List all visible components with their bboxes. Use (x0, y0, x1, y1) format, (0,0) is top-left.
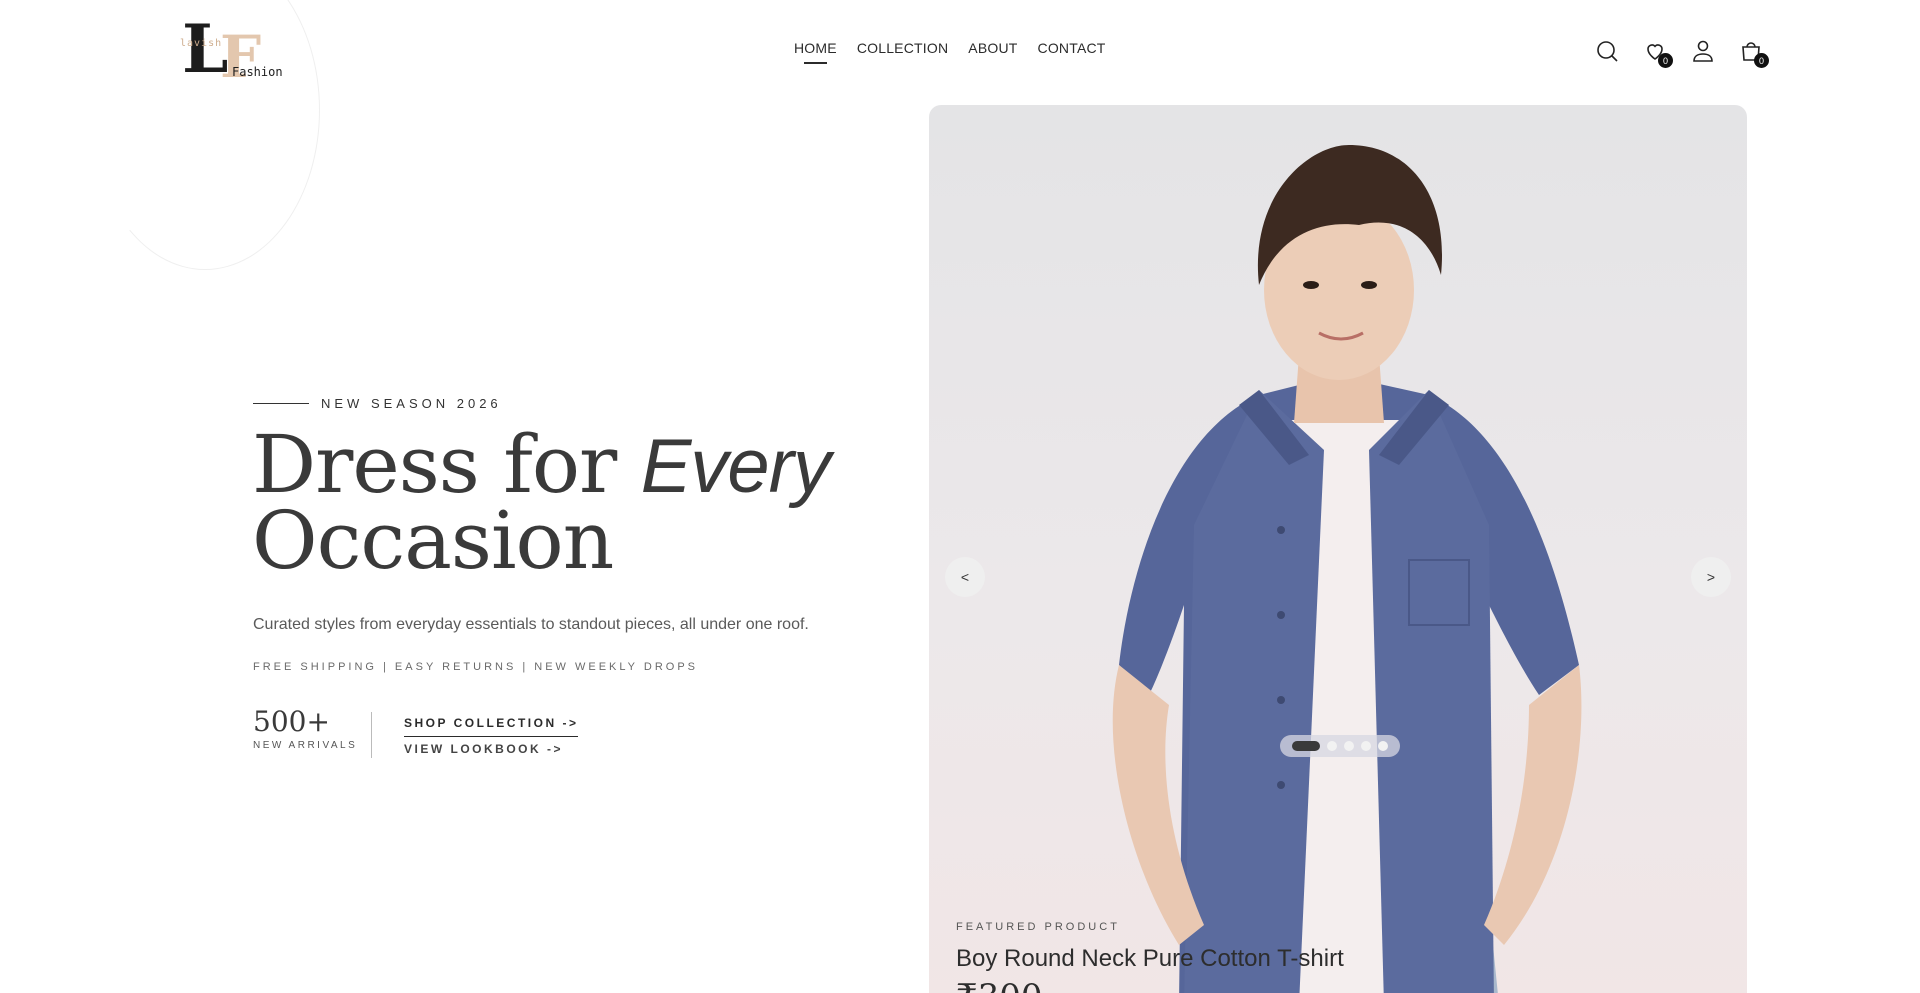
new-arrivals-stat: 500+ NEW ARRIVALS (253, 705, 357, 751)
carousel-dot-1[interactable] (1292, 741, 1320, 751)
eyebrow-text: NEW SEASON 2026 (321, 396, 502, 411)
carousel-dot-4[interactable] (1361, 741, 1371, 751)
header-actions: 0 0 (1594, 38, 1769, 68)
shop-collection-link[interactable]: SHOP COLLECTION -> (404, 716, 579, 737)
search-button[interactable] (1594, 38, 1620, 64)
hero-carousel: < > FEATURED PRODUCT Boy Round Neck Pure… (929, 105, 1747, 993)
eyebrow-rule (253, 402, 309, 405)
headline-part-2: Occasion (252, 494, 614, 587)
hero-perks: FREE SHIPPING | EASY RETURNS | NEW WEEKL… (253, 661, 698, 673)
featured-product-name[interactable]: Boy Round Neck Pure Cotton T-shirt (956, 945, 1344, 973)
view-lookbook-link[interactable]: VIEW LOOKBOOK -> (404, 742, 563, 756)
account-button[interactable] (1690, 38, 1716, 64)
carousel-prev-button[interactable]: < (945, 557, 985, 597)
user-icon (1693, 40, 1713, 62)
carousel-next-button[interactable]: > (1691, 557, 1731, 597)
carousel-indicators (1280, 735, 1400, 757)
nav-collection[interactable]: COLLECTION (857, 40, 948, 56)
carousel-dot-2[interactable] (1327, 741, 1337, 751)
featured-product-label: FEATURED PRODUCT (956, 921, 1120, 933)
wishlist-count-badge: 0 (1658, 53, 1673, 68)
hero-eyebrow: NEW SEASON 2026 (253, 396, 502, 411)
featured-product-price: ₹300 (956, 977, 1043, 993)
hero-headline: Dress for Every Occasion (252, 425, 831, 581)
stat-value: 500+ (253, 705, 330, 738)
wishlist-button[interactable]: 0 (1642, 38, 1673, 68)
carousel-dot-3[interactable] (1344, 741, 1354, 751)
decorative-circle (90, 0, 320, 270)
hero-subtitle: Curated styles from everyday essentials … (253, 616, 809, 633)
stat-divider (371, 712, 372, 758)
main-nav: HOME COLLECTION ABOUT CONTACT (794, 40, 1106, 64)
search-icon (1597, 41, 1618, 62)
nav-home[interactable]: HOME (794, 40, 837, 64)
cart-count-badge: 0 (1754, 53, 1769, 68)
nav-contact[interactable]: CONTACT (1038, 40, 1106, 56)
cart-button[interactable]: 0 (1738, 38, 1769, 68)
carousel-dot-5[interactable] (1378, 741, 1388, 751)
product-model-image (1112, 145, 1582, 993)
headline-emphasis: Every (640, 424, 831, 509)
nav-about[interactable]: ABOUT (968, 40, 1017, 56)
stat-label: NEW ARRIVALS (253, 740, 358, 751)
